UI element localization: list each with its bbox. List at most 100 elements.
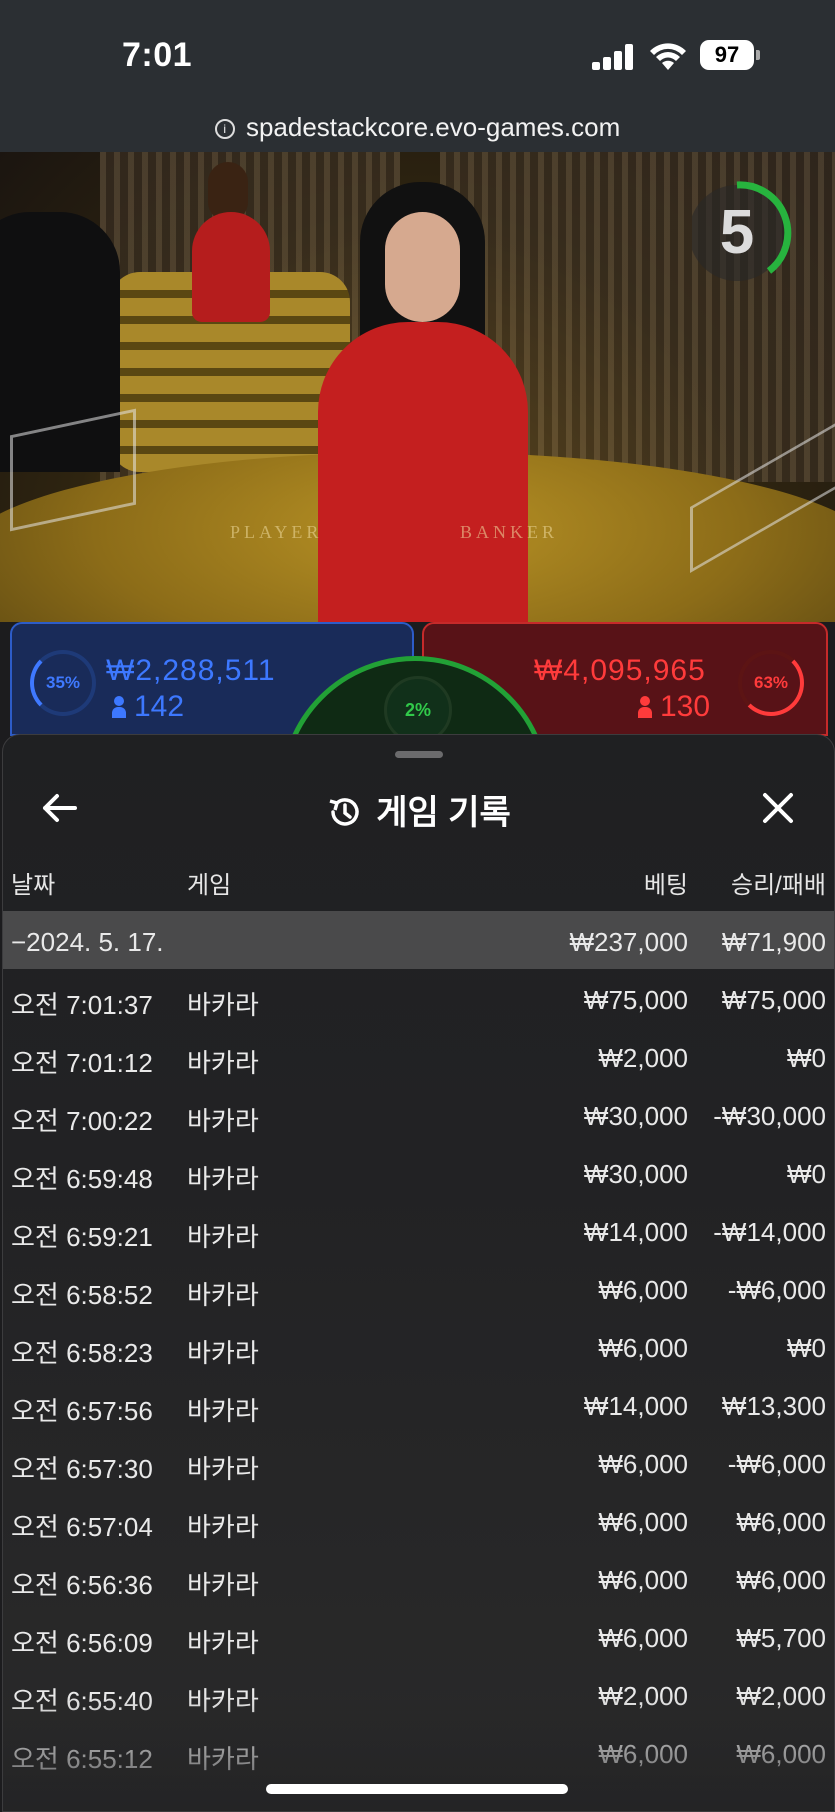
- banker-amount: ₩4,095,965: [534, 654, 706, 687]
- row-game: 바카라: [187, 1222, 259, 1252]
- history-row[interactable]: 오전 6:55:12 바카라 ₩6,000 ₩6,000: [3, 1723, 834, 1781]
- dealer: [318, 322, 528, 622]
- row-win-loss: -₩30,000: [713, 1101, 826, 1131]
- row-game: 바카라: [187, 990, 259, 1020]
- history-row[interactable]: 오전 6:58:23 바카라 ₩6,000 ₩0: [3, 1317, 834, 1375]
- history-row[interactable]: 오전 7:00:22 바카라 ₩30,000 -₩30,000: [3, 1085, 834, 1143]
- history-row[interactable]: 오전 6:56:09 바카라 ₩6,000 ₩5,700: [3, 1607, 834, 1665]
- row-game: 바카라: [187, 1048, 259, 1078]
- row-bet: ₩6,000: [598, 1507, 688, 1537]
- history-row[interactable]: 오전 6:57:30 바카라 ₩6,000 -₩6,000: [3, 1433, 834, 1491]
- table-label-player: PLAYER: [230, 522, 323, 542]
- row-bet: ₩6,000: [598, 1623, 688, 1653]
- banker-count: 130: [638, 690, 710, 724]
- row-time: 오전 6:57:56: [11, 1396, 153, 1426]
- row-win-loss: ₩6,000: [736, 1739, 826, 1769]
- status-time: 7:01: [122, 36, 193, 74]
- history-row[interactable]: 오전 6:58:52 바카라 ₩6,000 -₩6,000: [3, 1259, 834, 1317]
- row-game: 바카라: [187, 1512, 259, 1542]
- row-bet: ₩2,000: [598, 1043, 688, 1073]
- game-history-sheet: 게임 기록 날짜 게임 베팅 승리/패배 −2024. 5. 17. ₩237,…: [2, 734, 835, 1812]
- history-row[interactable]: 오전 7:01:37 바카라 ₩75,000 ₩75,000: [3, 969, 834, 1027]
- home-indicator[interactable]: [266, 1784, 568, 1794]
- row-bet: ₩2,000: [598, 1681, 688, 1711]
- player-percent: 35%: [30, 650, 96, 716]
- row-game: 바카라: [187, 1570, 259, 1600]
- row-win-loss: ₩5,700: [736, 1623, 826, 1653]
- row-game: 바카라: [187, 1628, 259, 1658]
- summary-win-loss: ₩71,900: [721, 927, 826, 957]
- row-win-loss: ₩2,000: [736, 1681, 826, 1711]
- row-time: 오전 6:55:12: [11, 1744, 153, 1774]
- row-time: 오전 6:57:04: [11, 1512, 153, 1542]
- background-dealer: [192, 212, 270, 322]
- person-icon: [112, 696, 126, 718]
- history-row[interactable]: 오전 6:56:36 바카라 ₩6,000 ₩6,000: [3, 1549, 834, 1607]
- address-bar[interactable]: i spadestackcore.evo-games.com: [0, 112, 835, 143]
- row-win-loss: ₩0: [787, 1333, 826, 1363]
- person-icon: [638, 696, 652, 718]
- history-row[interactable]: 오전 6:55:40 바카라 ₩2,000 ₩2,000: [3, 1665, 834, 1723]
- row-bet: ₩6,000: [598, 1565, 688, 1595]
- player-amount: ₩2,288,511: [106, 654, 276, 687]
- row-bet: ₩6,000: [598, 1449, 688, 1479]
- row-time: 오전 7:01:37: [11, 990, 153, 1020]
- info-icon[interactable]: i: [214, 119, 235, 139]
- browser-chrome: 7:01 97 i spadestackcore.evo-games.com: [0, 0, 835, 152]
- col-win-loss: 승리/패배: [731, 872, 826, 899]
- row-bet: ₩30,000: [583, 1159, 688, 1189]
- history-row[interactable]: 오전 7:01:12 바카라 ₩2,000 ₩0: [3, 1027, 834, 1085]
- sheet-title: 게임 기록: [3, 785, 834, 834]
- row-time: 오전 6:58:52: [11, 1280, 153, 1310]
- row-game: 바카라: [187, 1396, 259, 1426]
- row-time: 오전 6:59:48: [11, 1164, 153, 1194]
- history-row[interactable]: 오전 6:59:48 바카라 ₩30,000 ₩0: [3, 1143, 834, 1201]
- row-time: 오전 6:58:23: [11, 1338, 153, 1368]
- row-win-loss: ₩0: [787, 1159, 826, 1189]
- row-bet: ₩30,000: [583, 1101, 688, 1131]
- row-win-loss: ₩6,000: [736, 1507, 826, 1537]
- row-game: 바카라: [187, 1744, 259, 1774]
- close-icon[interactable]: [753, 783, 803, 833]
- row-bet: ₩6,000: [598, 1333, 688, 1363]
- player-count: 142: [112, 690, 184, 724]
- row-game: 바카라: [187, 1454, 259, 1484]
- dealer-face: [385, 212, 460, 322]
- row-win-loss: -₩6,000: [727, 1275, 826, 1305]
- col-bet: 베팅: [643, 872, 688, 899]
- battery-icon: 97: [700, 40, 760, 70]
- history-row[interactable]: 오전 6:57:56 바카라 ₩14,000 ₩13,300: [3, 1375, 834, 1433]
- row-bet: ₩14,000: [583, 1391, 688, 1421]
- row-time: 오전 7:01:12: [11, 1048, 153, 1078]
- url-text: spadestackcore.evo-games.com: [245, 112, 621, 142]
- row-game: 바카라: [187, 1280, 259, 1310]
- row-game: 바카라: [187, 1106, 259, 1136]
- row-win-loss: ₩75,000: [721, 985, 826, 1015]
- row-time: 오전 6:56:36: [11, 1570, 153, 1600]
- row-win-loss: -₩14,000: [713, 1217, 826, 1247]
- table-label-banker: BANKER: [460, 522, 559, 542]
- row-win-loss: ₩13,300: [721, 1391, 826, 1421]
- row-time: 오전 7:00:22: [11, 1106, 153, 1136]
- row-bet: ₩6,000: [598, 1275, 688, 1305]
- row-win-loss: -₩6,000: [727, 1449, 826, 1479]
- date-summary-row[interactable]: −2024. 5. 17. ₩237,000 ₩71,900: [3, 911, 834, 969]
- row-game: 바카라: [187, 1338, 259, 1368]
- col-date: 날짜: [11, 872, 56, 899]
- row-bet: ₩75,000: [583, 985, 688, 1015]
- banker-percent: 63%: [738, 650, 804, 716]
- sheet-title-text: 게임 기록: [376, 794, 511, 832]
- drag-handle[interactable]: [395, 751, 443, 758]
- row-win-loss: ₩6,000: [736, 1565, 826, 1595]
- row-time: 오전 6:57:30: [11, 1454, 153, 1484]
- countdown-value: 5: [719, 198, 755, 267]
- row-game: 바카라: [187, 1164, 259, 1194]
- wifi-icon: [650, 43, 686, 70]
- history-row[interactable]: 오전 6:59:21 바카라 ₩14,000 -₩14,000: [3, 1201, 834, 1259]
- col-game: 게임: [187, 872, 232, 899]
- summary-date: −2024. 5. 17.: [11, 927, 164, 957]
- history-icon: [329, 798, 359, 826]
- history-row[interactable]: 오전 6:57:04 바카라 ₩6,000 ₩6,000: [3, 1491, 834, 1549]
- row-bet: ₩6,000: [598, 1739, 688, 1769]
- row-game: 바카라: [187, 1686, 259, 1716]
